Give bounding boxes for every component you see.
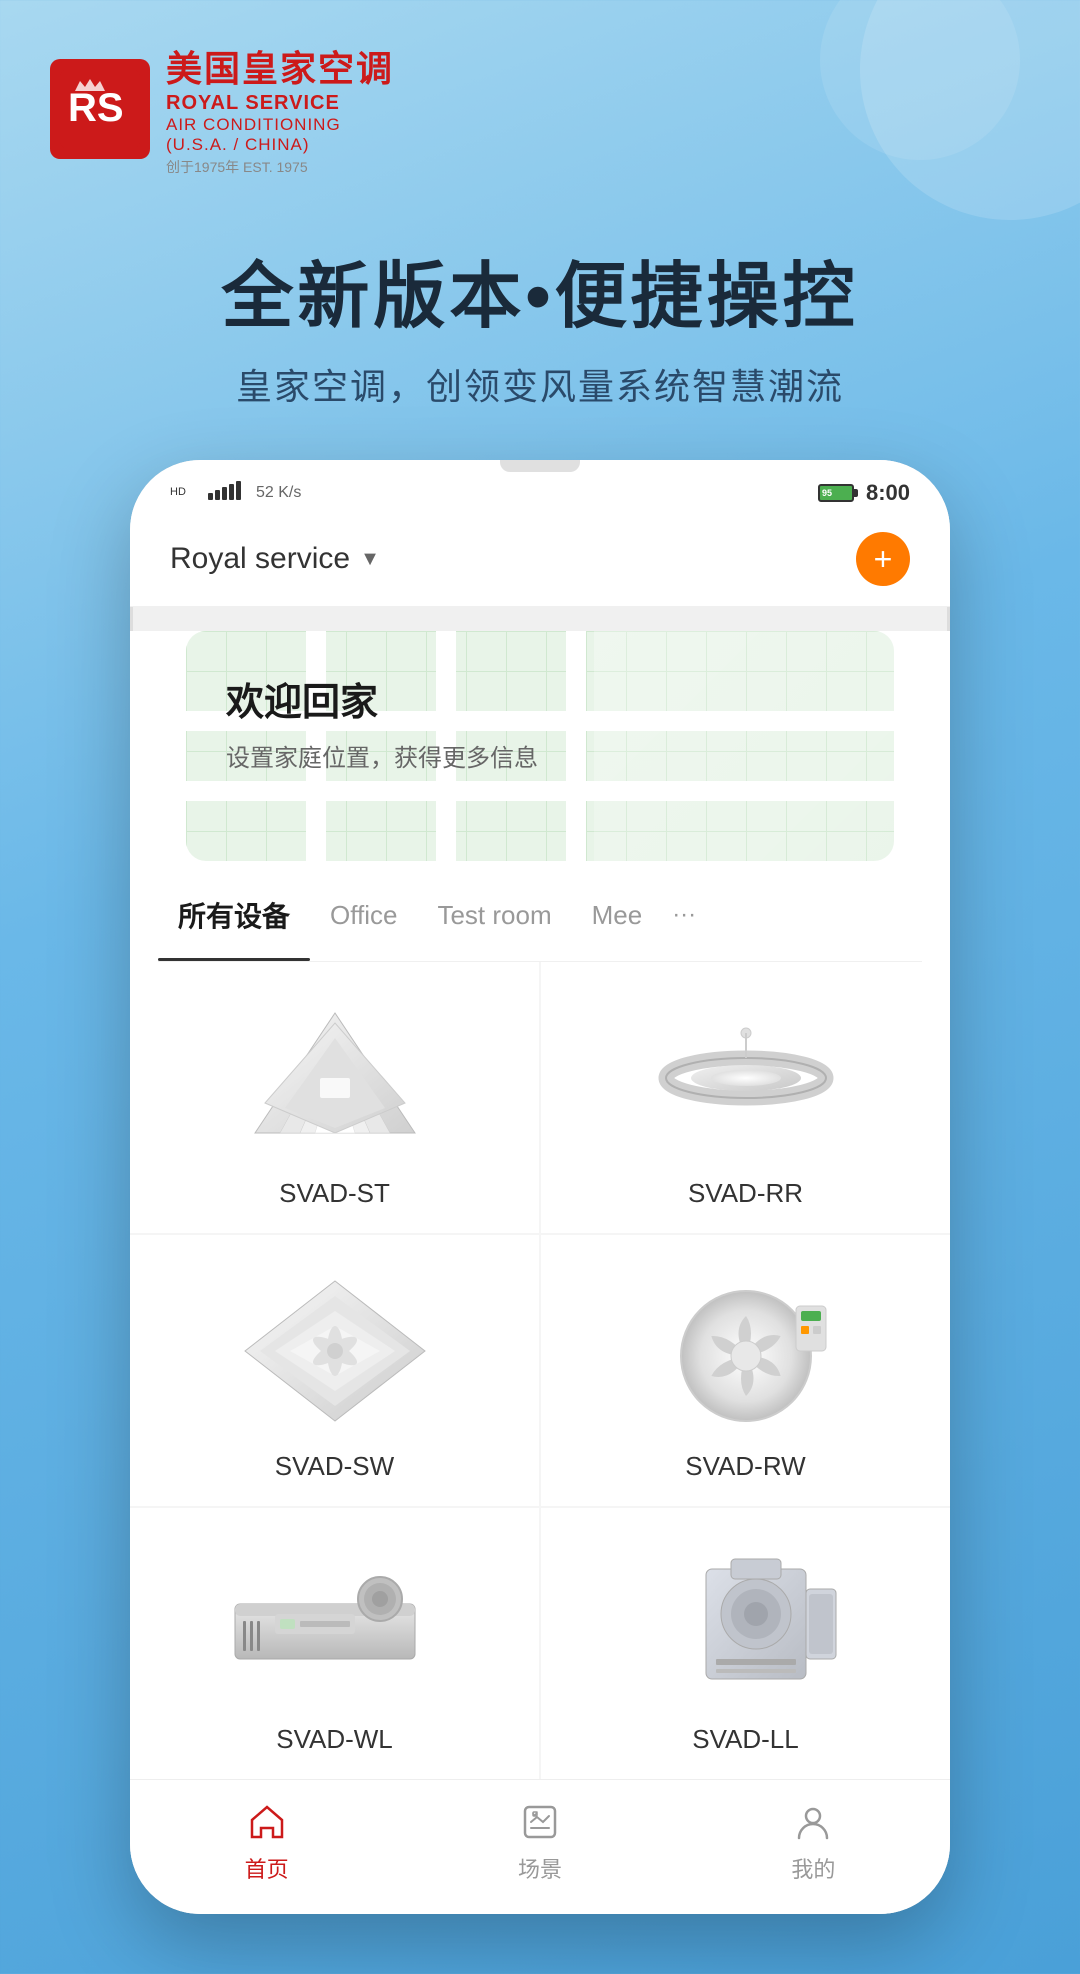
brand-chinese: 美国皇家空调 [166, 40, 394, 92]
tab-office[interactable]: Office [310, 890, 417, 941]
phone-notch [500, 460, 580, 472]
tab-all-devices[interactable]: 所有设备 [158, 885, 310, 945]
location-selector[interactable]: Royal service ▼ [170, 542, 380, 576]
svg-text:HD: HD [170, 486, 186, 498]
headline-sub-text: 皇家空调，创领变风量系统智慧潮流 [40, 358, 1040, 410]
device-card-svad-wl[interactable]: SVAD-WL [130, 1508, 539, 1779]
device-name-svad-rr: SVAD-RR [688, 1178, 803, 1209]
welcome-sub: 设置家庭位置，获得更多信息 [226, 738, 538, 773]
brand-est: 创于1975年 EST. 1975 [166, 157, 394, 177]
network-speed: 52 K/s [256, 484, 301, 502]
brand-region: (U.S.A. / CHINA) [166, 135, 394, 155]
signal-bars [208, 480, 248, 506]
welcome-title: 欢迎回家 [226, 671, 538, 726]
map-card: 欢迎回家 设置家庭位置，获得更多信息 [186, 631, 894, 861]
device-img-svad-ll [636, 1544, 856, 1704]
device-name-svad-sw: SVAD-SW [275, 1451, 394, 1482]
brand-logo-icon: RS [50, 59, 150, 159]
tab-more[interactable]: ··· [672, 901, 696, 929]
brand-en-line2: AIR CONDITIONING [166, 115, 394, 135]
device-card-svad-sw[interactable]: SVAD-SW [130, 1235, 539, 1506]
device-card-svad-rw[interactable]: SVAD-RW [541, 1235, 950, 1506]
device-img-svad-rw [636, 1271, 856, 1431]
device-card-svad-rr[interactable]: SVAD-RR [541, 962, 950, 1233]
map-road-diag [594, 631, 894, 861]
tab-mee[interactable]: Mee [572, 890, 663, 941]
nav-item-scene[interactable]: 场景 [518, 1800, 562, 1884]
device-grid: SVAD-ST [130, 962, 950, 1779]
status-right: 95 8:00 [818, 480, 910, 506]
device-name-svad-wl: SVAD-WL [276, 1724, 393, 1755]
device-img-svad-st [225, 998, 445, 1158]
clock: 8:00 [866, 480, 910, 506]
map-content: 欢迎回家 设置家庭位置，获得更多信息 [186, 631, 578, 813]
nav-label-scene: 场景 [518, 1852, 562, 1884]
device-img-svad-sw [225, 1271, 445, 1431]
logo-box: RS 美国皇家空调 ROYAL SERVICE AIR CONDITIONING… [50, 40, 394, 177]
location-text: Royal service [170, 542, 350, 576]
add-device-button[interactable]: + [856, 532, 910, 586]
room-tabs-row: 所有设备 Office Test room Mee ··· [158, 885, 922, 962]
nav-label-home: 首页 [245, 1852, 289, 1884]
app-top-bar: Royal service ▼ + [130, 516, 950, 607]
phone-wrapper: HD 52 K/s 95 [0, 460, 1080, 1974]
nav-item-mine[interactable]: 我的 [791, 1800, 835, 1884]
phone-mockup: HD 52 K/s 95 [130, 460, 950, 1914]
device-img-svad-rr [636, 998, 856, 1158]
device-name-svad-rw: SVAD-RW [685, 1451, 805, 1482]
nav-item-home[interactable]: 首页 [245, 1800, 289, 1884]
status-left: HD 52 K/s [170, 480, 301, 506]
room-tabs-section: 所有设备 Office Test room Mee ··· [130, 861, 950, 962]
device-card-svad-ll[interactable]: SVAD-LL [541, 1508, 950, 1779]
svg-text:RS: RS [68, 86, 124, 130]
brand-text: 美国皇家空调 ROYAL SERVICE AIR CONDITIONING (U… [166, 40, 394, 177]
tab-test-room[interactable]: Test room [417, 890, 571, 941]
battery-icon: 95 [818, 484, 854, 502]
headline-main-text: 全新版本•便捷操控 [40, 237, 1040, 342]
bottom-navigation: 首页 场景 我的 [130, 1779, 950, 1914]
nav-label-mine: 我的 [791, 1852, 835, 1884]
brand-en-line1: ROYAL SERVICE [166, 92, 394, 115]
device-card-svad-st[interactable]: SVAD-ST [130, 962, 539, 1233]
dropdown-arrow-icon: ▼ [360, 548, 380, 571]
device-name-svad-st: SVAD-ST [279, 1178, 390, 1209]
network-type: HD [170, 481, 200, 506]
device-img-svad-wl [225, 1544, 445, 1704]
device-name-svad-ll: SVAD-LL [692, 1724, 798, 1755]
headline-section: 全新版本•便捷操控 皇家空调，创领变风量系统智慧潮流 [0, 207, 1080, 460]
